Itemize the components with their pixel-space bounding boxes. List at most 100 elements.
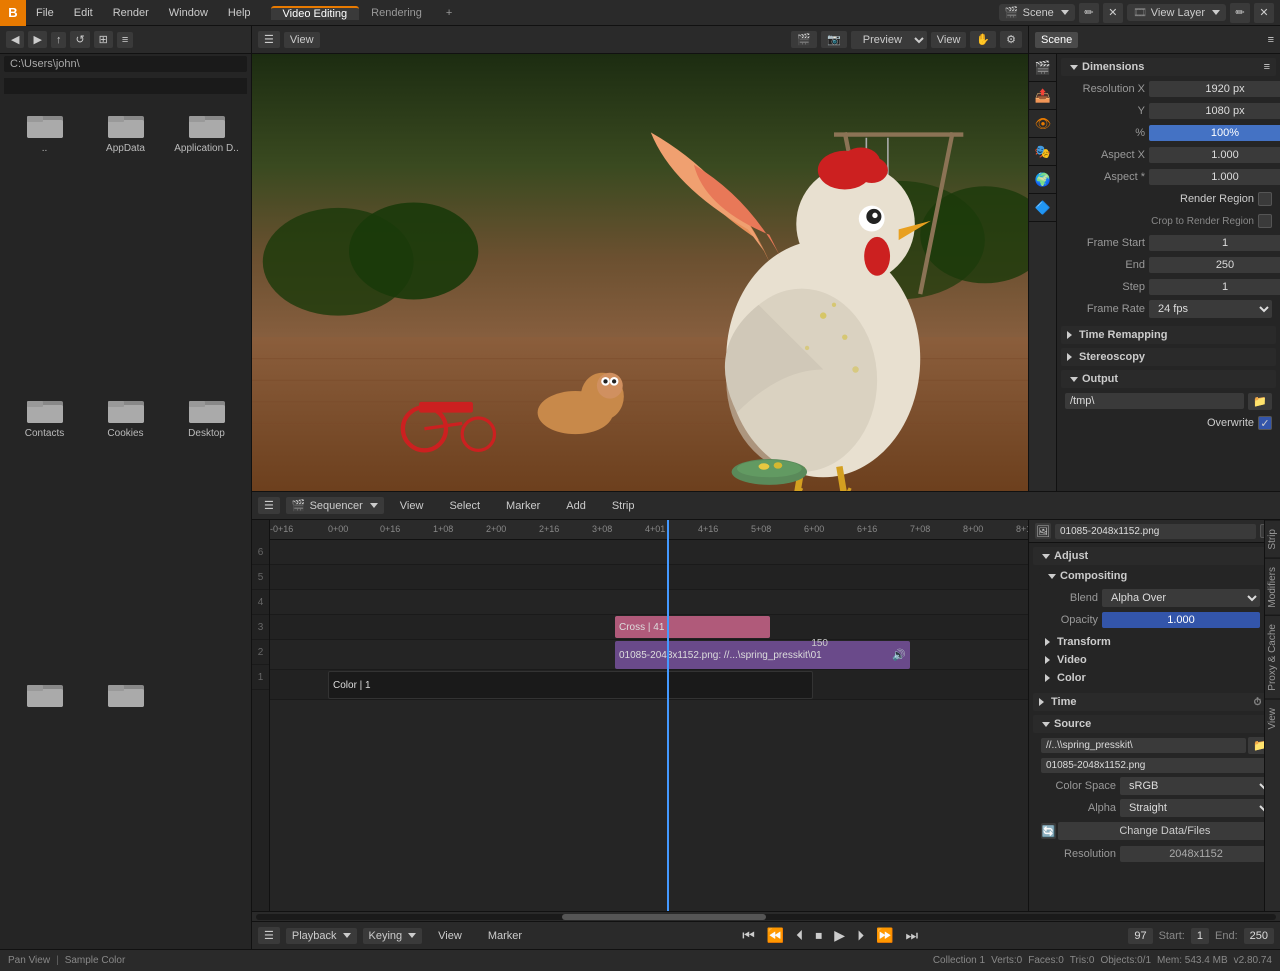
current-frame-display[interactable]: 97 — [1128, 928, 1152, 944]
frame-end-bottom[interactable]: 250 — [1244, 928, 1274, 944]
vp-menu-btn[interactable]: ☰ — [258, 31, 280, 48]
menu-edit[interactable]: Edit — [64, 0, 103, 25]
dimensions-header[interactable]: Dimensions ≡ — [1061, 58, 1276, 76]
bottom-view-menu[interactable]: View — [428, 930, 472, 942]
time-header[interactable]: Time ⏱ ≡ — [1033, 693, 1276, 711]
properties-menu-btn[interactable]: ≡ — [1268, 34, 1274, 46]
resolution-x-input[interactable] — [1149, 81, 1280, 97]
clip-color[interactable]: Color | 1 — [328, 671, 813, 699]
file-item-7[interactable] — [6, 673, 83, 943]
path-input[interactable] — [4, 56, 247, 72]
playback-jump-end-btn[interactable]: ⏭ — [903, 927, 922, 944]
clip-image[interactable]: 01085-2048x1152.png: //...\spring_pressk… — [615, 641, 910, 669]
playback-prev-btn[interactable]: ⏴ — [793, 927, 806, 944]
source-file-input[interactable] — [1041, 758, 1272, 773]
resolution-pct-input[interactable] — [1149, 125, 1280, 141]
viewlayer-delete-btn[interactable]: ✕ — [1254, 3, 1274, 23]
file-item-cookies[interactable]: Cookies — [87, 389, 164, 670]
nav-up-btn[interactable]: ↑ — [51, 32, 67, 48]
file-item-desktop[interactable]: Desktop — [168, 389, 245, 670]
search-input[interactable] — [4, 78, 247, 94]
aspect-x-input[interactable] — [1149, 147, 1280, 163]
file-item-application[interactable]: Application D.. — [168, 104, 245, 385]
output-path-input[interactable] — [1065, 393, 1244, 409]
frame-end-input[interactable] — [1149, 257, 1280, 273]
vp-render-btn[interactable]: 🎬 — [791, 31, 817, 48]
file-item-contacts[interactable]: Contacts — [6, 389, 83, 670]
render-region-checkbox[interactable] — [1258, 192, 1272, 206]
side-tab-proxy-cache[interactable]: Proxy & Cache — [1265, 615, 1280, 699]
output-header[interactable]: Output — [1061, 370, 1276, 388]
view-list-btn[interactable]: ≡ — [117, 32, 133, 48]
scene-selector[interactable]: 🎬 Scene — [999, 4, 1075, 21]
menu-help[interactable]: Help — [218, 0, 261, 25]
props-icon-object[interactable]: 🔷 — [1029, 194, 1057, 222]
vp-view2-btn[interactable]: View — [931, 32, 967, 48]
resolution-y-input[interactable] — [1149, 103, 1280, 119]
playback-jump-start-btn[interactable]: ⏮ — [739, 927, 758, 944]
vp-view-btn[interactable]: View — [284, 32, 320, 48]
frame-step-input[interactable] — [1149, 279, 1280, 295]
file-item-parent[interactable]: .. — [6, 104, 83, 385]
playback-next-btn[interactable]: ⏵ — [854, 927, 867, 944]
side-tab-view[interactable]: View — [1265, 699, 1280, 738]
seq-view-menu[interactable]: View — [390, 500, 434, 512]
seq-strip-menu[interactable]: Strip — [602, 500, 645, 512]
strip-name-input[interactable] — [1055, 524, 1256, 539]
nav-forward-btn[interactable]: ▶ — [28, 31, 46, 48]
side-tab-strip[interactable]: Strip — [1265, 520, 1280, 558]
scene-edit-btn[interactable]: ✏ — [1079, 3, 1099, 23]
viewlayer-edit-btn[interactable]: ✏ — [1230, 3, 1250, 23]
clip-mute-icon[interactable]: 🔊 — [892, 649, 906, 662]
stereoscopy-header[interactable]: Stereoscopy — [1061, 348, 1276, 366]
seq-timeline[interactable]: -0+16 0+00 0+16 1+08 2+00 2+16 3+08 4+01… — [270, 520, 1028, 911]
playback-dropdown[interactable]: Playback — [286, 928, 357, 944]
scene-delete-btn[interactable]: ✕ — [1103, 3, 1123, 23]
vp-camera-btn[interactable]: 📷 — [821, 31, 847, 48]
nav-back-btn[interactable]: ◀ — [6, 31, 24, 48]
frame-start-input[interactable] — [1149, 235, 1280, 251]
preview-dropdown[interactable]: Preview — [851, 31, 927, 49]
overwrite-checkbox[interactable]: ✓ — [1258, 416, 1272, 430]
seq-playhead[interactable] — [667, 520, 669, 911]
color-space-dropdown[interactable]: sRGB — [1120, 777, 1272, 795]
seq-marker-menu[interactable]: Marker — [496, 500, 550, 512]
change-data-btn[interactable]: Change Data/Files — [1058, 822, 1272, 840]
keying-dropdown[interactable]: Keying — [363, 928, 423, 944]
opacity-input[interactable] — [1102, 612, 1260, 628]
seq-add-menu[interactable]: Add — [556, 500, 596, 512]
app-logo[interactable]: B — [0, 0, 26, 26]
props-icon-render[interactable]: 🎬 — [1029, 54, 1057, 82]
view-toggle-btn[interactable]: ⊞ — [94, 31, 113, 48]
seq-menu-btn[interactable]: ☰ — [258, 497, 280, 514]
viewport[interactable] — [252, 54, 1028, 491]
seq-select-menu[interactable]: Select — [439, 500, 490, 512]
source-dir-input[interactable] — [1041, 738, 1246, 753]
menu-file[interactable]: File — [26, 0, 64, 25]
vp-settings-btn[interactable]: ⚙ — [1000, 31, 1022, 48]
alpha-dropdown[interactable]: Straight — [1120, 799, 1272, 817]
props-icon-world[interactable]: 🌍 — [1029, 166, 1057, 194]
file-item-8[interactable] — [87, 673, 164, 943]
file-item-appdata[interactable]: AppData — [87, 104, 164, 385]
playback-play-btn[interactable]: ▶ — [831, 927, 848, 944]
seq-hscrollbar-thumb[interactable] — [562, 914, 766, 920]
props-icon-view[interactable]: 👁 — [1029, 110, 1057, 138]
playback-step-fwd-btn[interactable]: ⏩ — [873, 927, 896, 944]
menu-window[interactable]: Window — [159, 0, 218, 25]
clip-cross[interactable]: Cross | 41 — [615, 616, 770, 638]
props-icon-output[interactable]: 📤 — [1029, 82, 1057, 110]
vp-hand-btn[interactable]: ✋ — [970, 31, 996, 48]
frame-rate-dropdown[interactable]: 24 fps — [1149, 300, 1272, 318]
side-tab-modifiers[interactable]: Modifiers — [1265, 558, 1280, 616]
compositing-header[interactable]: Compositing — [1039, 567, 1276, 585]
nav-reload-btn[interactable]: ↺ — [70, 31, 89, 48]
time-remapping-header[interactable]: Time Remapping — [1061, 326, 1276, 344]
bottom-marker-menu[interactable]: Marker — [478, 930, 532, 942]
adjust-header[interactable]: Adjust — [1033, 547, 1276, 565]
blend-dropdown[interactable]: Alpha Over — [1102, 589, 1260, 607]
source-header[interactable]: Source ≡ — [1033, 715, 1276, 733]
dimensions-menu-icon[interactable]: ≡ — [1264, 61, 1270, 73]
playback-step-back-btn[interactable]: ⏪ — [764, 927, 787, 944]
seq-hscrollbar[interactable] — [252, 911, 1280, 921]
